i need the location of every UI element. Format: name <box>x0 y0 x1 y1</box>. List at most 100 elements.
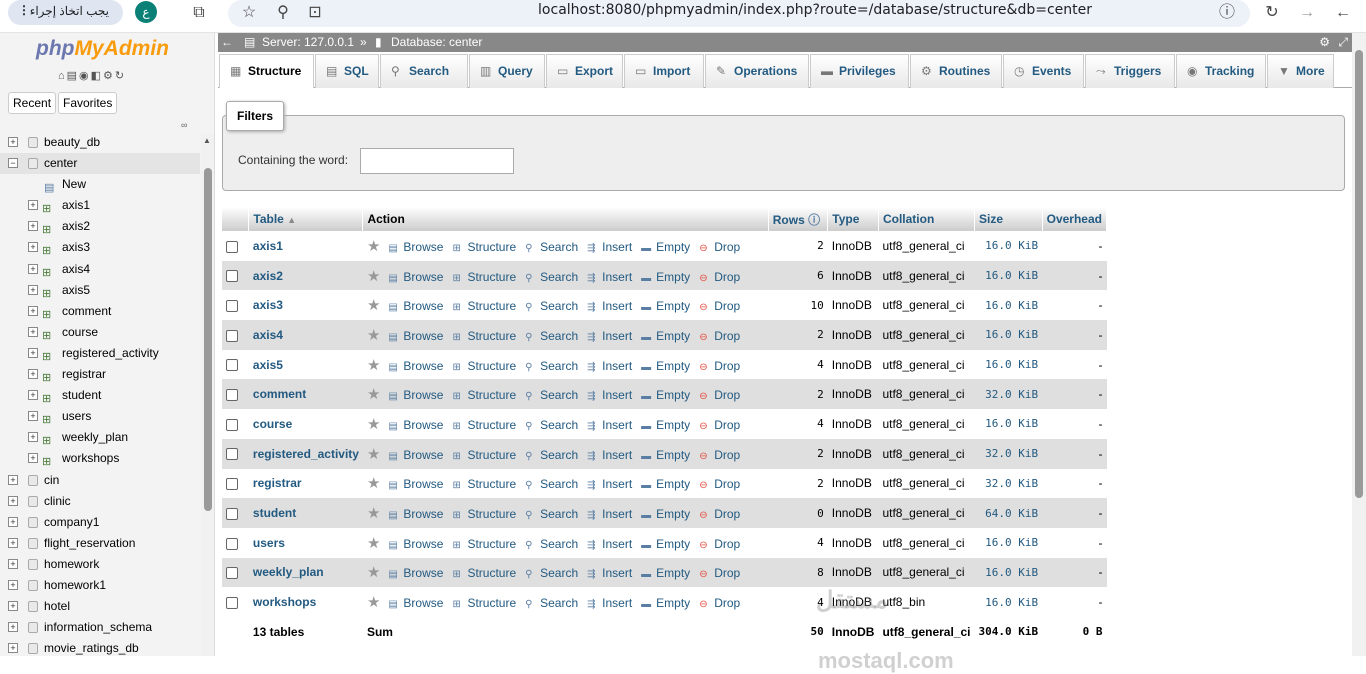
tab-more[interactable]: ▼ More <box>1267 54 1334 88</box>
favorite-star-icon[interactable]: ★ <box>367 416 380 433</box>
expand-icon[interactable]: + <box>8 474 18 485</box>
sidebar-item-label[interactable]: comment <box>62 301 111 322</box>
drop-action[interactable]: ⊖ Drop <box>699 329 740 343</box>
table-name-link[interactable]: axis4 <box>248 320 363 350</box>
empty-action[interactable]: ▬ Empty <box>641 388 690 402</box>
search-action[interactable]: ⚲ Search <box>525 418 578 432</box>
row-checkbox[interactable] <box>226 270 238 283</box>
zoom-icon[interactable]: ⚲ <box>272 2 294 24</box>
sidebar-table-comment[interactable]: + ⊞ comment <box>0 301 200 322</box>
table-name-link[interactable]: comment <box>248 379 363 410</box>
sidebar-table-axis3[interactable]: + ⊞ axis3 <box>0 237 200 258</box>
expand-icon[interactable]: + <box>8 537 18 548</box>
search-action[interactable]: ⚲ Search <box>525 359 578 373</box>
sidebar-table-course[interactable]: + ⊞ course <box>0 322 200 343</box>
table-size[interactable]: 16.0 KiB <box>974 557 1043 588</box>
sidebar-db-cin[interactable]: + cin <box>0 470 200 491</box>
sidebar-table-users[interactable]: + ⊞ users <box>0 406 200 427</box>
column-header-size[interactable]: Size <box>974 207 1043 231</box>
search-action[interactable]: ⚲ Search <box>525 329 578 343</box>
search-action[interactable]: ⚲ Search <box>525 270 578 284</box>
empty-action[interactable]: ▬ Empty <box>641 596 690 610</box>
sidebar-item-label[interactable]: weekly_plan <box>62 427 128 448</box>
browse-action[interactable]: ▤ Browse <box>388 388 443 402</box>
table-name-link[interactable]: weekly_plan <box>248 557 363 588</box>
tab-routines[interactable]: ⚙ Routines <box>910 54 1002 88</box>
sidebar-db-flight_reservation[interactable]: + flight_reservation <box>0 533 200 554</box>
reload-icon[interactable]: ↻ <box>1261 2 1283 24</box>
sidebar-table-student[interactable]: + ⊞ student <box>0 385 200 406</box>
column-header-overhead[interactable]: Overhead <box>1042 207 1108 231</box>
insert-action[interactable]: ⇶ Insert <box>587 566 632 580</box>
sidebar-item-label[interactable]: beauty_db <box>44 132 100 153</box>
expand-icon[interactable]: + <box>8 516 18 527</box>
table-name-link[interactable]: course <box>248 409 363 439</box>
expand-icon[interactable]: + <box>28 347 38 358</box>
browse-action[interactable]: ▤ Browse <box>388 477 443 491</box>
table-size[interactable]: 16.0 KiB <box>974 231 1043 261</box>
empty-action[interactable]: ▬ Empty <box>641 329 690 343</box>
expand-icon[interactable]: + <box>28 305 38 316</box>
tab-query[interactable]: ▥ Query <box>469 54 545 88</box>
browse-action[interactable]: ▤ Browse <box>388 537 443 551</box>
tab-privileges[interactable]: ▬ Privileges <box>810 54 909 88</box>
favorite-star-icon[interactable]: ★ <box>367 238 380 255</box>
table-name-link[interactable]: registered_activity <box>248 438 363 469</box>
sidebar-table-axis2[interactable]: + ⊞ axis2 <box>0 216 200 237</box>
search-action[interactable]: ⚲ Search <box>525 596 578 610</box>
sidebar-item-label[interactable]: users <box>62 406 91 427</box>
structure-action[interactable]: ⊞ Structure <box>452 359 516 373</box>
expand-icon[interactable]: + <box>8 601 18 612</box>
sidebar-db-center[interactable]: − center <box>0 153 200 175</box>
insert-action[interactable]: ⇶ Insert <box>587 448 632 462</box>
translate-icon[interactable]: ⊡ <box>304 2 326 24</box>
sidebar-item-label[interactable]: clinic <box>44 491 71 512</box>
empty-action[interactable]: ▬ Empty <box>641 566 690 580</box>
expand-icon[interactable]: + <box>28 263 38 274</box>
browse-action[interactable]: ▤ Browse <box>388 596 443 610</box>
browse-action[interactable]: ▤ Browse <box>388 448 443 462</box>
drop-action[interactable]: ⊖ Drop <box>699 566 740 580</box>
sidebar-db-beauty_db[interactable]: + beauty_db <box>0 132 200 153</box>
bookmark-star-icon[interactable]: ☆ <box>238 2 260 24</box>
favorite-star-icon[interactable]: ★ <box>367 268 380 285</box>
favorite-star-icon[interactable]: ★ <box>367 357 380 374</box>
row-checkbox[interactable] <box>226 507 238 520</box>
expand-icon[interactable]: + <box>28 221 38 232</box>
row-checkbox[interactable] <box>226 300 238 313</box>
tab-events[interactable]: ◷ Events <box>1003 54 1084 88</box>
row-checkbox[interactable] <box>226 329 238 342</box>
expand-icon[interactable]: + <box>28 432 38 443</box>
page-scroll-thumb[interactable] <box>1355 50 1363 498</box>
drop-action[interactable]: ⊖ Drop <box>699 418 740 432</box>
table-name-link[interactable]: student <box>248 498 363 528</box>
breadcrumb-server[interactable]: Server: 127.0.0.1 <box>262 33 354 52</box>
table-name-link[interactable]: registrar <box>248 468 363 499</box>
row-checkbox[interactable] <box>226 240 238 253</box>
sidebar-quick-icons[interactable]: ⌂▤◉◧⚙↻ <box>58 69 126 82</box>
insert-action[interactable]: ⇶ Insert <box>587 507 632 521</box>
sidebar-item-label[interactable]: axis1 <box>62 195 90 216</box>
tab-import[interactable]: ▭ Import <box>624 54 704 88</box>
browse-action[interactable]: ▤ Browse <box>388 329 443 343</box>
expand-icon[interactable]: + <box>28 242 38 253</box>
settings-gear-icon[interactable]: ⚙ <box>1319 33 1330 52</box>
sidebar-item-label[interactable]: homework1 <box>44 575 106 596</box>
sidebar-table-weekly_plan[interactable]: + ⊞ weekly_plan <box>0 427 200 448</box>
breadcrumb-database[interactable]: Database: center <box>391 33 482 52</box>
drop-action[interactable]: ⊖ Drop <box>699 359 740 373</box>
link-icon[interactable]: ∞ <box>181 120 187 130</box>
search-action[interactable]: ⚲ Search <box>525 299 578 313</box>
recent-button[interactable]: Recent <box>8 92 57 114</box>
table-name-link[interactable]: axis3 <box>248 290 363 321</box>
favorite-star-icon[interactable]: ★ <box>367 446 380 463</box>
forward-icon[interactable]: → <box>1296 2 1318 24</box>
table-size[interactable]: 16.0 KiB <box>974 587 1043 617</box>
sidebar-db-company1[interactable]: + company1 <box>0 512 200 533</box>
insert-action[interactable]: ⇶ Insert <box>587 418 632 432</box>
sidebar-table-axis5[interactable]: + ⊞ axis5 <box>0 280 200 301</box>
expand-icon[interactable]: + <box>8 579 18 590</box>
favorite-star-icon[interactable]: ★ <box>367 535 380 552</box>
expand-icon[interactable]: + <box>8 622 18 633</box>
sidebar-new-table[interactable]: ▤ New <box>0 174 200 195</box>
